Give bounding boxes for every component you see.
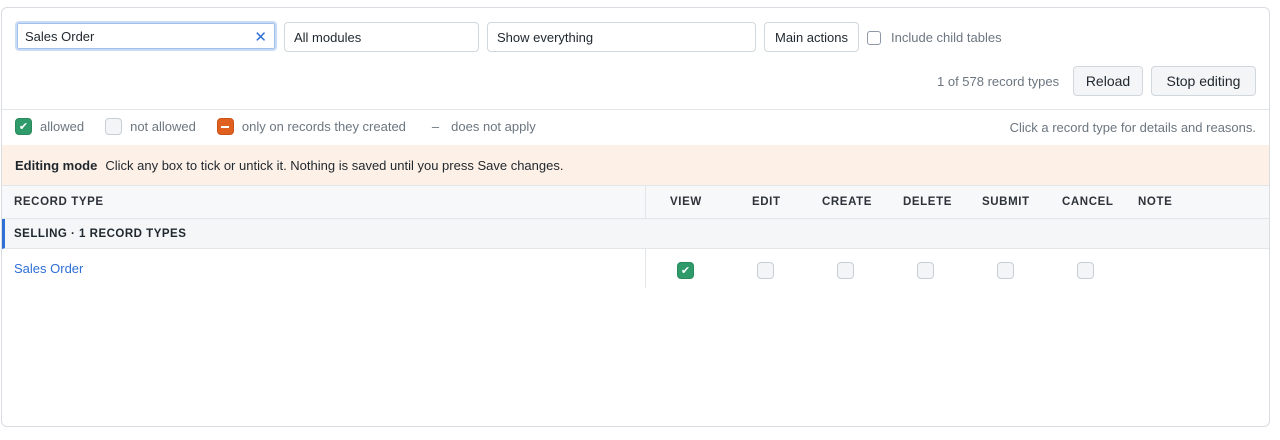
legend-not-allowed: not allowed <box>130 119 196 134</box>
header-edit: EDIT <box>752 196 781 208</box>
banner-text: Click any box to tick or untick it. Noth… <box>105 157 564 173</box>
allowed-check-icon: ✔ <box>15 118 32 135</box>
include-child-checkbox[interactable] <box>867 30 881 45</box>
header-submit: SUBMIT <box>982 196 1030 208</box>
header-view: VIEW <box>670 196 702 208</box>
header-create: CREATE <box>822 196 873 208</box>
header-column-separator <box>645 185 646 219</box>
reload-button[interactable]: Reload <box>1073 66 1143 96</box>
stop-editing-label: Stop editing <box>1166 73 1241 89</box>
edit-checkbox[interactable] <box>757 262 774 279</box>
module-select[interactable]: All modules <box>284 22 479 52</box>
table-row: Sales Order ✔ <box>2 249 1269 288</box>
main-actions-label: Main actions <box>775 29 848 45</box>
search-input-value: Sales Order <box>25 28 95 44</box>
search-input[interactable]: Sales Order ✕ <box>15 21 277 51</box>
not-allowed-box-icon <box>105 118 123 135</box>
header-record-type: RECORD TYPE <box>14 196 104 208</box>
own-records-minus-icon <box>216 118 234 135</box>
header-note: NOTE <box>1138 196 1173 208</box>
row-column-separator <box>645 249 646 288</box>
legend-na: does not apply <box>451 119 536 134</box>
module-select-value: All modules <box>294 29 362 45</box>
table-header: RECORD TYPE VIEW EDIT CREATE DELETE SUBM… <box>2 185 1269 219</box>
submit-checkbox[interactable] <box>997 262 1014 279</box>
group-label: SELLING · 1 RECORD TYPES <box>14 228 187 240</box>
legend-own-only: only on records they created <box>241 119 406 134</box>
group-row-selling: SELLING · 1 RECORD TYPES <box>2 219 1269 249</box>
toolbar-divider <box>2 109 1269 110</box>
permissions-panel: Sales Order ✕ All modules Show everythin… <box>1 7 1270 427</box>
close-icon[interactable]: ✕ <box>254 28 267 46</box>
editing-mode-banner: Editing mode Click any box to tick or un… <box>2 145 1269 185</box>
include-child-toggle[interactable]: Include child tables <box>867 30 1002 45</box>
legend-hint: Click a record type for details and reas… <box>1009 120 1256 135</box>
legend-allowed: allowed <box>40 119 85 134</box>
record-count: 1 of 578 record types <box>937 74 1060 89</box>
main-actions-button[interactable]: Main actions <box>764 22 859 52</box>
view-checkbox[interactable]: ✔ <box>677 262 694 279</box>
banner-title: Editing mode <box>15 157 98 173</box>
legend: ✔ allowed not allowed only on records th… <box>15 118 536 135</box>
cancel-checkbox[interactable] <box>1077 262 1094 279</box>
show-select-value: Show everything <box>497 29 594 45</box>
check-icon: ✔ <box>680 265 691 277</box>
reload-label: Reload <box>1085 73 1131 89</box>
include-child-label: Include child tables <box>891 30 1002 45</box>
header-delete: DELETE <box>903 196 952 208</box>
header-cancel: CANCEL <box>1062 196 1114 208</box>
delete-checkbox[interactable] <box>917 262 934 279</box>
legend-na-symbol: – <box>431 119 440 134</box>
show-select[interactable]: Show everything <box>487 22 756 52</box>
record-type-link[interactable]: Sales Order <box>14 261 83 276</box>
stop-editing-button[interactable]: Stop editing <box>1151 66 1256 96</box>
create-checkbox[interactable] <box>837 262 854 279</box>
